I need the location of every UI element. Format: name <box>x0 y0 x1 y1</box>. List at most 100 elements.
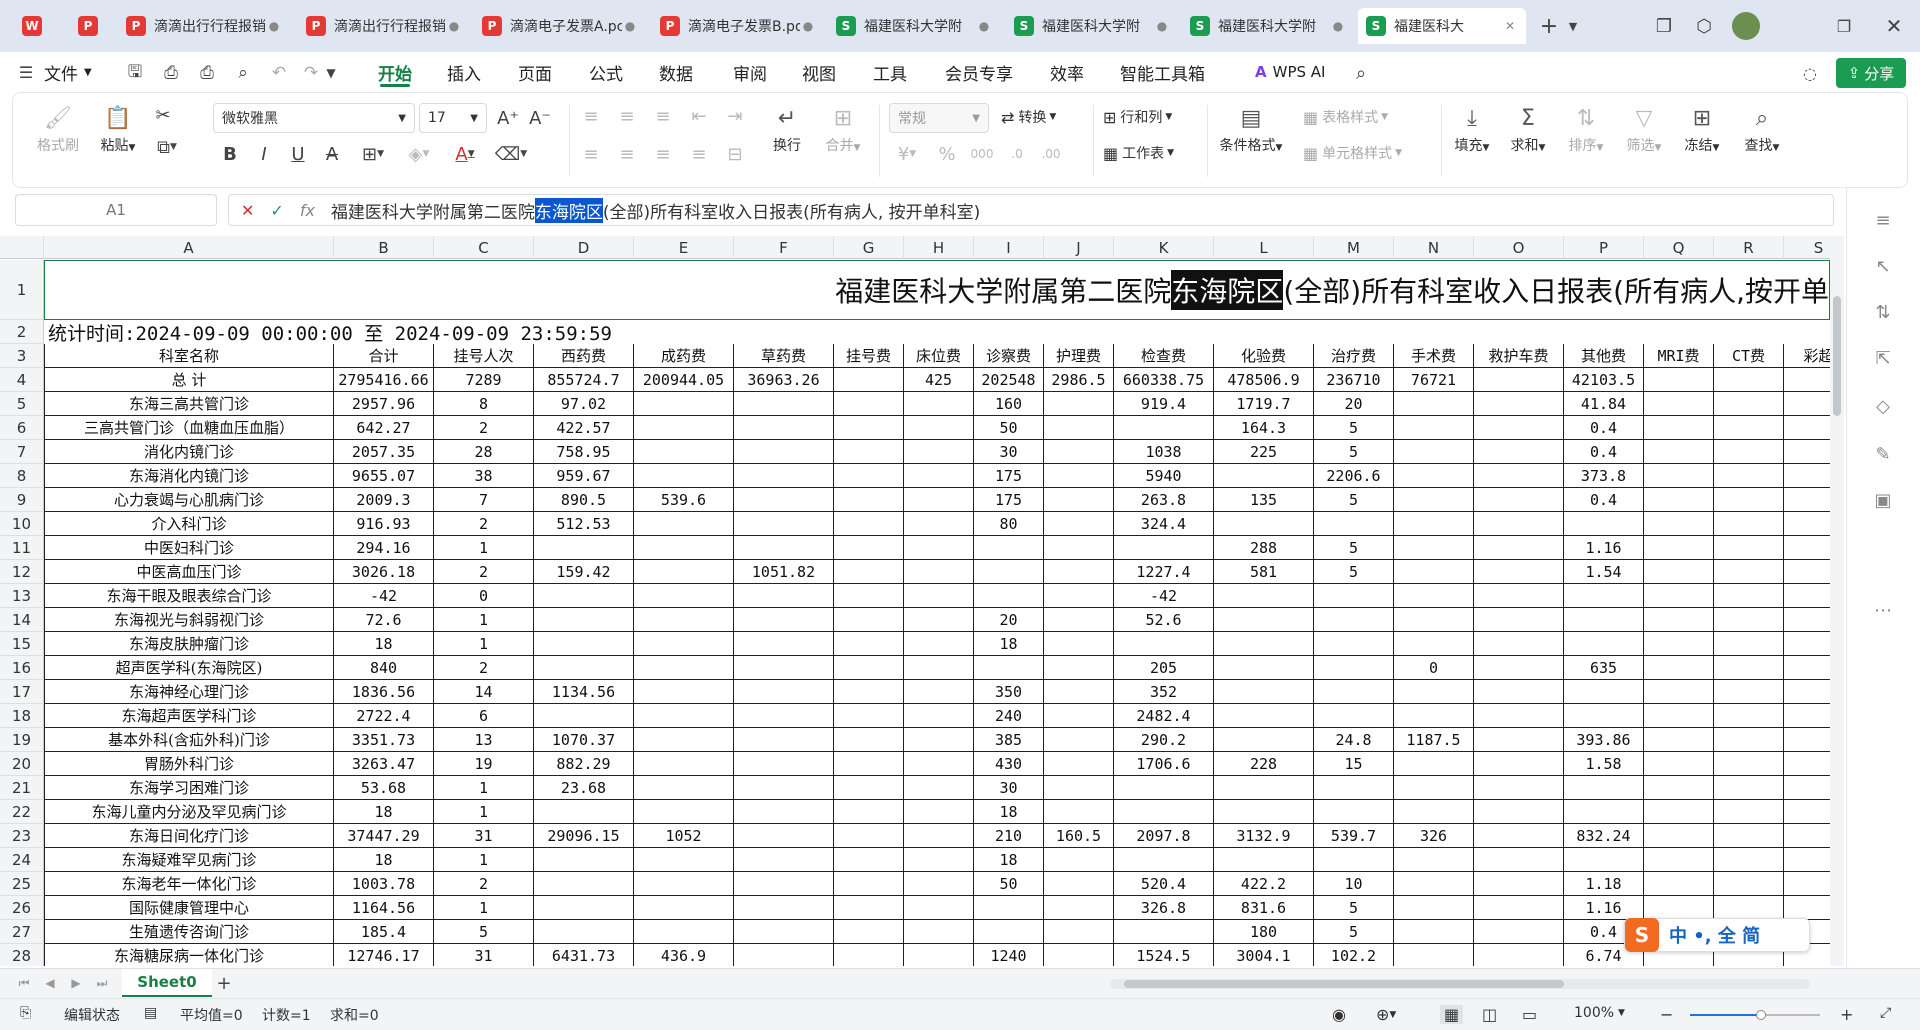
tab-dot-icon[interactable]: ● <box>800 19 816 33</box>
conditional-format-button[interactable]: ▤ 条件格式▼ <box>1211 101 1291 155</box>
value-cell[interactable] <box>1474 392 1564 416</box>
department-name-cell[interactable]: 东海消化内镜门诊 <box>44 464 334 488</box>
value-cell[interactable] <box>1784 392 1830 416</box>
value-cell[interactable]: 373.8 <box>1564 464 1644 488</box>
merge-button[interactable]: ⊞ 合并▼ <box>815 101 871 155</box>
menu-item-8[interactable]: 会员专享 <box>945 58 1013 86</box>
save-icon[interactable]: 🖫 <box>124 62 146 84</box>
value-cell[interactable] <box>1714 656 1784 680</box>
value-cell[interactable] <box>1784 584 1830 608</box>
value-cell[interactable] <box>834 536 904 560</box>
column-header-L[interactable]: L <box>1214 236 1314 259</box>
indent-increase-icon[interactable]: ⇥ <box>721 103 749 129</box>
filter-button[interactable]: ▽ 筛选▼ <box>1617 101 1671 155</box>
value-cell[interactable]: 422.2 <box>1214 872 1314 896</box>
cursor-icon[interactable]: ↖ <box>1871 254 1895 278</box>
value-cell[interactable] <box>1474 704 1564 728</box>
value-cell[interactable] <box>904 488 974 512</box>
value-cell[interactable] <box>834 752 904 776</box>
last-sheet-icon[interactable]: ⏭ <box>92 973 112 993</box>
spreadsheet-grid[interactable]: ABCDEFGHIJKLMNOPQRS 1 2 3 4 5 6 7 8 9 10 11 12 13 14 1… <box>0 236 1830 966</box>
value-cell[interactable] <box>1644 800 1714 824</box>
value-cell[interactable] <box>634 560 734 584</box>
value-cell[interactable] <box>1644 728 1714 752</box>
value-cell[interactable] <box>1114 632 1214 656</box>
value-cell[interactable] <box>734 776 834 800</box>
sheet-tab-sheet0[interactable]: Sheet0 <box>122 969 212 997</box>
value-cell[interactable] <box>1784 536 1830 560</box>
more-icon[interactable]: ⋯ <box>1871 598 1895 622</box>
value-cell[interactable] <box>1044 944 1114 966</box>
value-cell[interactable] <box>1784 752 1830 776</box>
value-cell[interactable] <box>1474 800 1564 824</box>
value-cell[interactable] <box>1644 560 1714 584</box>
value-cell[interactable]: 西药费 <box>534 344 634 368</box>
value-cell[interactable]: 290.2 <box>1114 728 1214 752</box>
value-cell[interactable]: 393.86 <box>1564 728 1644 752</box>
value-cell[interactable] <box>534 632 634 656</box>
value-cell[interactable] <box>1714 488 1784 512</box>
value-cell[interactable]: 18 <box>334 848 434 872</box>
value-cell[interactable]: 1052 <box>634 824 734 848</box>
calc-icon[interactable]: ▤ <box>144 1005 157 1021</box>
value-cell[interactable] <box>634 752 734 776</box>
value-cell[interactable]: 8 <box>434 392 534 416</box>
row-header[interactable]: 21 <box>0 776 44 800</box>
vertical-scrollbar[interactable] <box>1830 236 1844 966</box>
value-cell[interactable] <box>1474 824 1564 848</box>
value-cell[interactable] <box>1644 536 1714 560</box>
function-icon[interactable]: fx <box>300 201 315 220</box>
value-cell[interactable] <box>1394 440 1474 464</box>
value-cell[interactable] <box>1044 848 1114 872</box>
value-cell[interactable] <box>1644 584 1714 608</box>
new-tab-button[interactable]: + <box>1534 12 1564 40</box>
value-cell[interactable] <box>1044 512 1114 536</box>
sum-button[interactable]: Σ 求和▼ <box>1501 101 1555 155</box>
value-cell[interactable]: 1240 <box>974 944 1044 966</box>
value-cell[interactable]: 5 <box>1314 488 1394 512</box>
value-cell[interactable] <box>1474 680 1564 704</box>
value-cell[interactable] <box>1474 416 1564 440</box>
font-name-select[interactable]: 微软雅黑 ▼ <box>213 103 415 133</box>
value-cell[interactable]: 成药费 <box>634 344 734 368</box>
value-cell[interactable] <box>904 560 974 584</box>
value-cell[interactable] <box>1784 488 1830 512</box>
tab-dot-icon[interactable]: ● <box>622 19 638 33</box>
value-cell[interactable] <box>1474 608 1564 632</box>
value-cell[interactable] <box>1714 800 1784 824</box>
value-cell[interactable] <box>534 656 634 680</box>
value-cell[interactable]: 159.42 <box>534 560 634 584</box>
value-cell[interactable] <box>1564 608 1644 632</box>
value-cell[interactable] <box>1564 704 1644 728</box>
menu-item-4[interactable]: 数据 <box>659 58 693 86</box>
value-cell[interactable] <box>904 416 974 440</box>
select-all-corner[interactable] <box>0 236 44 259</box>
ime-toolbar[interactable]: S 中 •, 全 简 <box>1624 918 1810 952</box>
value-cell[interactable] <box>634 800 734 824</box>
value-cell[interactable]: 72.6 <box>334 608 434 632</box>
value-cell[interactable] <box>904 800 974 824</box>
value-cell[interactable] <box>1214 776 1314 800</box>
value-cell[interactable] <box>904 656 974 680</box>
value-cell[interactable] <box>1214 704 1314 728</box>
value-cell[interactable]: 855724.7 <box>534 368 634 392</box>
value-cell[interactable]: MRI费 <box>1644 344 1714 368</box>
value-cell[interactable]: 164.3 <box>1214 416 1314 440</box>
value-cell[interactable] <box>1474 368 1564 392</box>
value-cell[interactable] <box>634 464 734 488</box>
value-cell[interactable]: 205 <box>1114 656 1214 680</box>
strikethrough-icon[interactable]: A <box>319 141 345 167</box>
value-cell[interactable]: 478506.9 <box>1214 368 1314 392</box>
value-cell[interactable]: 1719.7 <box>1214 392 1314 416</box>
value-cell[interactable] <box>1214 632 1314 656</box>
value-cell[interactable]: 挂号费 <box>834 344 904 368</box>
value-cell[interactable]: 6 <box>434 704 534 728</box>
value-cell[interactable]: 42103.5 <box>1564 368 1644 392</box>
value-cell[interactable] <box>1474 488 1564 512</box>
column-header-I[interactable]: I <box>974 236 1044 259</box>
value-cell[interactable]: 30 <box>974 776 1044 800</box>
value-cell[interactable] <box>1714 560 1784 584</box>
row-header[interactable]: 2 <box>0 320 44 344</box>
menu-item-2[interactable]: 页面 <box>518 58 552 86</box>
value-cell[interactable] <box>1394 776 1474 800</box>
